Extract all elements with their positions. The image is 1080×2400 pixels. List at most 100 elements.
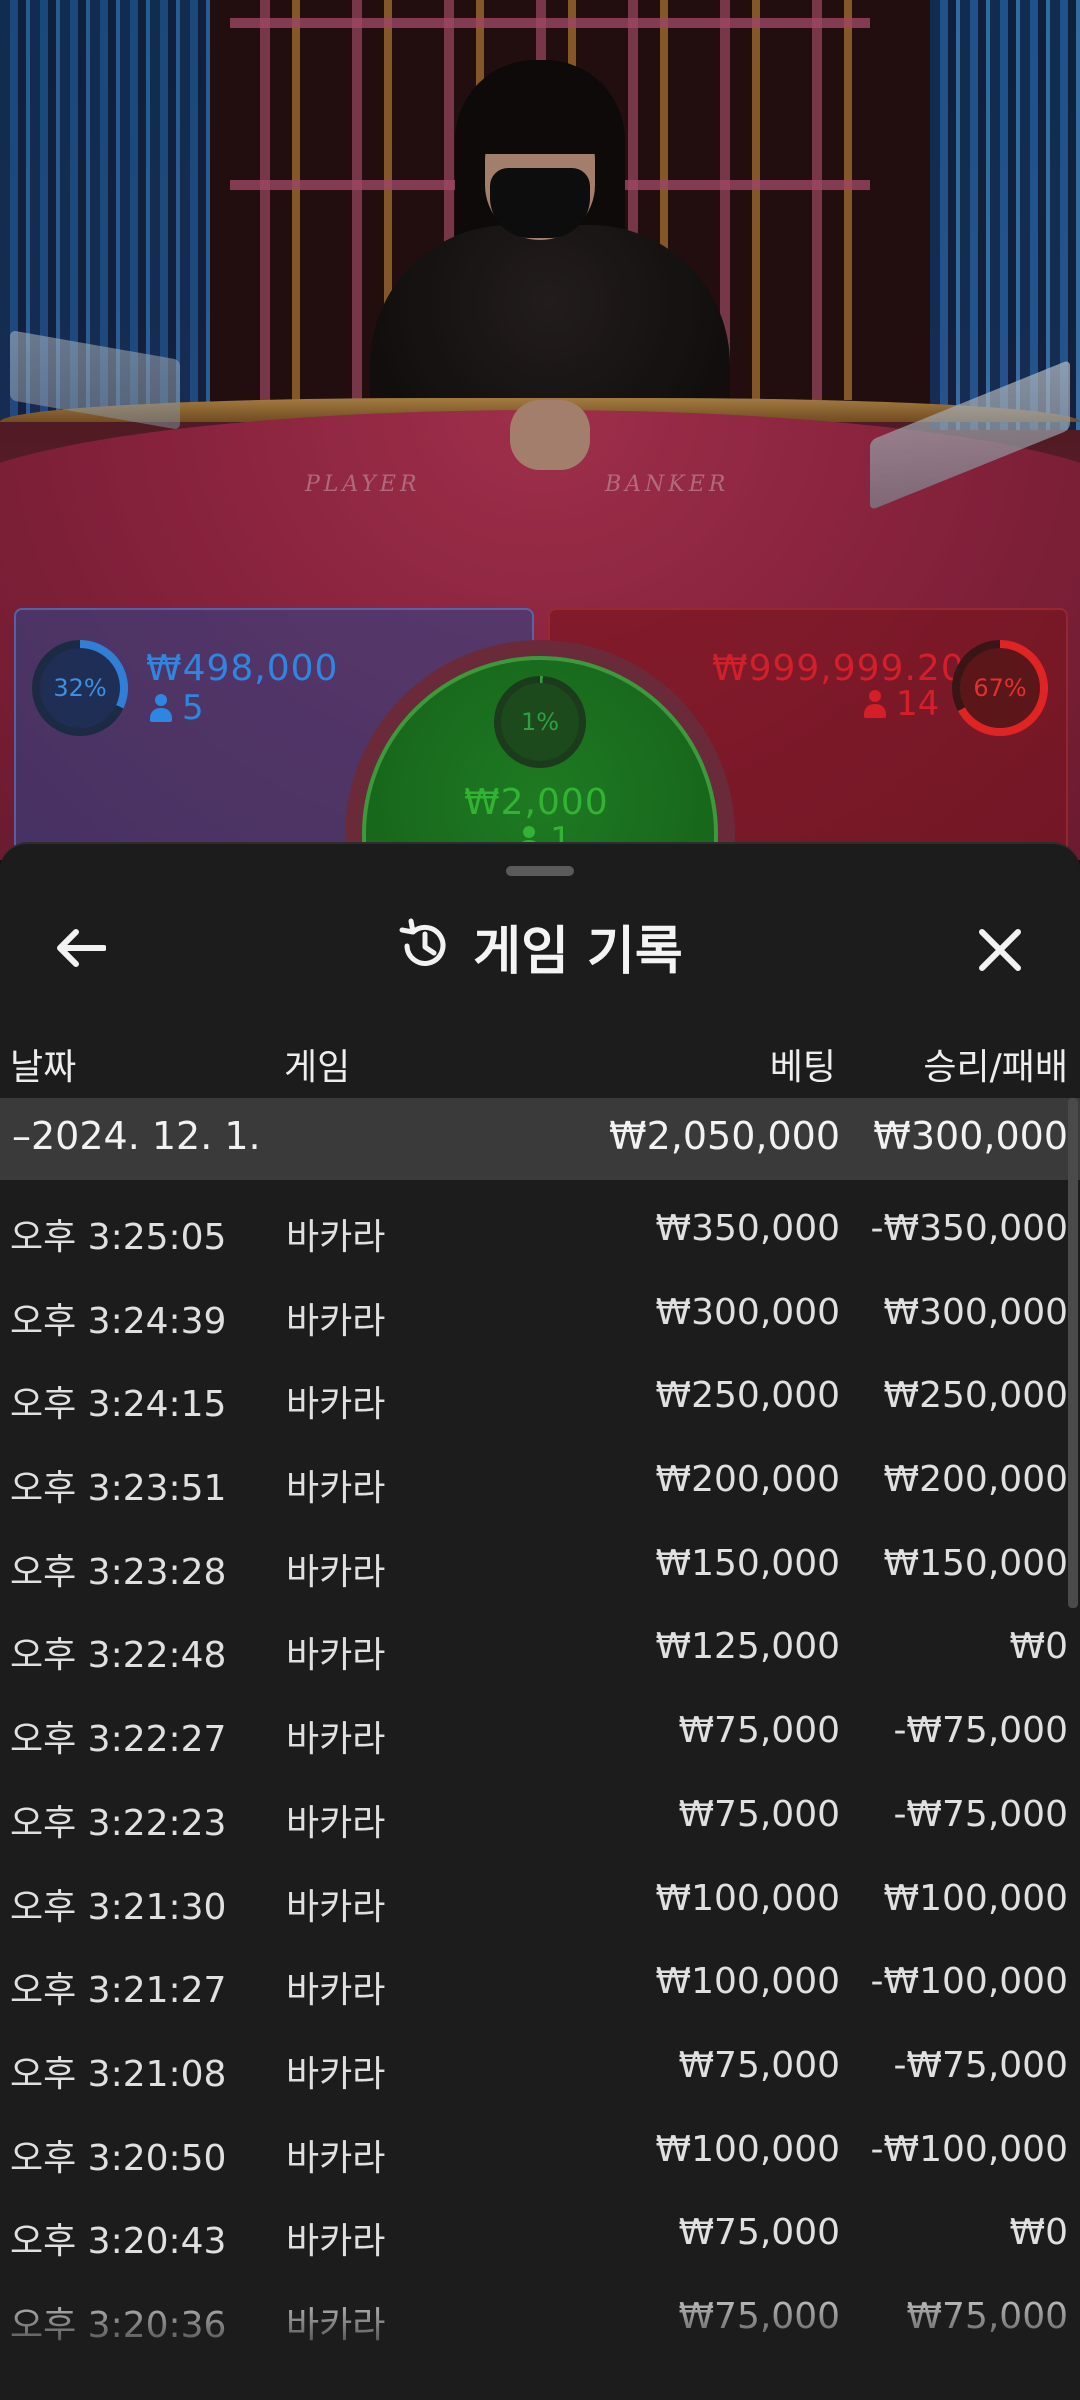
scrollbar[interactable] — [1068, 1098, 1078, 1608]
row-result: ₩0 — [1009, 2212, 1069, 2254]
history-list: 오후 3:25:05 바카라 ₩350,000 -₩350,000 오후 3:24:39… — [0, 1180, 1080, 2352]
history-row[interactable]: 오후 3:22:48 바카라 ₩125,000 ₩0 — [0, 1598, 1080, 1682]
row-time: 오후 3:23:51 — [10, 1468, 227, 1510]
column-header-bet: 베팅 — [769, 1047, 836, 1088]
row-game: 바카라 — [286, 2053, 386, 2095]
row-time: 오후 3:25:05 — [10, 1217, 227, 1258]
banker-percent-ring: 67% — [952, 640, 1048, 736]
row-result: ₩300,000 — [883, 1291, 1068, 1333]
banker-bettor-count: 14 — [864, 684, 939, 724]
row-time: 오후 3:22:27 — [10, 1719, 227, 1761]
tie-bet-amount: ₩2,000 — [464, 782, 609, 823]
row-game: 바카라 — [286, 1970, 386, 2012]
row-game: 바카라 — [286, 1217, 386, 1258]
row-bet: ₩75,000 — [678, 1793, 840, 1835]
row-game: 바카라 — [286, 1551, 386, 1593]
row-game: 바카라 — [286, 1384, 386, 1426]
history-icon — [399, 918, 446, 966]
tie-percent-ring: 1% — [494, 676, 586, 768]
game-history-sheet: 게임 기록 날짜 게임 베팅 승리/패배 –2024. 12. 1. ₩2,05… — [0, 842, 1080, 2400]
row-bet: ₩75,000 — [678, 2212, 840, 2254]
column-header-game: 게임 — [284, 1047, 351, 1088]
row-bet: ₩75,000 — [678, 1710, 840, 1752]
row-time: 오후 3:21:27 — [10, 1970, 227, 2012]
title-group: 게임 기록 — [397, 909, 683, 984]
row-bet: ₩75,000 — [678, 2044, 840, 2086]
column-header-date: 날짜 — [10, 1047, 77, 1088]
row-time: 오후 3:23:28 — [10, 1551, 227, 1593]
row-result: ₩0 — [1009, 1626, 1069, 1668]
sheet-drag-handle[interactable] — [506, 866, 574, 876]
banker-count-value: 14 — [896, 684, 940, 724]
history-row[interactable]: 오후 3:20:36 바카라 ₩75,000 ₩75,000 — [0, 2268, 1080, 2352]
group-date: –2024. 12. 1. — [12, 1114, 261, 1158]
row-time: 오후 3:22:48 — [10, 1635, 227, 1677]
history-row[interactable]: 오후 3:21:08 바카라 ₩75,000 -₩75,000 — [0, 2017, 1080, 2101]
row-bet: ₩100,000 — [655, 1961, 840, 2003]
row-time: 오후 3:21:30 — [10, 1886, 227, 1928]
row-bet: ₩200,000 — [655, 1459, 840, 1501]
row-game: 바카라 — [286, 1719, 386, 1761]
row-time: 오후 3:20:50 — [10, 2137, 227, 2179]
history-row[interactable]: 오후 3:24:15 바카라 ₩250,000 ₩250,000 — [0, 1347, 1080, 1431]
row-result: -₩75,000 — [893, 1710, 1068, 1752]
row-result: -₩100,000 — [870, 1961, 1068, 2003]
row-result: -₩75,000 — [893, 2044, 1068, 2086]
row-time: 오후 3:20:43 — [10, 2221, 227, 2263]
row-game: 바카라 — [286, 2221, 386, 2263]
group-result-total: ₩300,000 — [873, 1114, 1068, 1158]
sheet-title: 게임 기록 — [473, 921, 683, 982]
player-count-value: 5 — [182, 688, 204, 728]
row-time: 오후 3:20:36 — [10, 2304, 227, 2346]
row-game: 바카라 — [286, 1468, 386, 1510]
row-game: 바카라 — [286, 2304, 386, 2346]
row-bet: ₩150,000 — [655, 1542, 840, 1584]
close-icon — [979, 929, 1021, 971]
row-result: ₩150,000 — [883, 1542, 1068, 1584]
row-bet: ₩75,000 — [678, 2295, 840, 2337]
history-row[interactable]: 오후 3:21:27 바카라 ₩100,000 -₩100,000 — [0, 1933, 1080, 2017]
row-game: 바카라 — [286, 1635, 386, 1677]
history-row[interactable]: 오후 3:25:05 바카라 ₩350,000 -₩350,000 — [0, 1180, 1080, 1264]
player-percent: 32% — [40, 648, 120, 728]
close-button[interactable] — [968, 918, 1032, 982]
row-bet: ₩350,000 — [655, 1208, 840, 1249]
player-percent-ring: 32% — [32, 640, 128, 736]
player-bettor-count: 5 — [150, 688, 204, 728]
history-row[interactable]: 오후 3:21:30 바카라 ₩100,000 ₩100,000 — [0, 1850, 1080, 1934]
row-game: 바카라 — [286, 1802, 386, 1844]
banker-bet-amount: ₩999,999.20 — [712, 648, 965, 689]
row-game: 바카라 — [286, 2137, 386, 2179]
row-result: ₩250,000 — [883, 1375, 1068, 1417]
row-bet: ₩100,000 — [655, 1877, 840, 1919]
history-row[interactable]: 오후 3:22:23 바카라 ₩75,000 -₩75,000 — [0, 1766, 1080, 1850]
row-result: -₩75,000 — [893, 1793, 1068, 1835]
date-group-row[interactable]: –2024. 12. 1. ₩2,050,000 ₩300,000 — [0, 1098, 1080, 1180]
history-row[interactable]: 오후 3:23:28 바카라 ₩150,000 ₩150,000 — [0, 1515, 1080, 1599]
history-row[interactable]: 오후 3:20:43 바카라 ₩75,000 ₩0 — [0, 2184, 1080, 2268]
row-result: ₩75,000 — [906, 2295, 1068, 2337]
row-bet: ₩250,000 — [655, 1375, 840, 1417]
history-row[interactable]: 오후 3:23:51 바카라 ₩200,000 ₩200,000 — [0, 1431, 1080, 1515]
table-header: 날짜 게임 베팅 승리/패배 — [0, 1024, 1080, 1094]
banker-percent: 67% — [960, 648, 1040, 728]
row-game: 바카라 — [286, 1886, 386, 1928]
person-icon — [864, 690, 886, 718]
tie-percent: 1% — [501, 683, 579, 761]
history-row[interactable]: 오후 3:20:50 바카라 ₩100,000 -₩100,000 — [0, 2101, 1080, 2185]
row-result: -₩350,000 — [870, 1208, 1068, 1249]
column-header-result: 승리/패배 — [923, 1047, 1068, 1088]
person-icon — [150, 694, 172, 722]
row-time: 오후 3:24:15 — [10, 1384, 227, 1426]
history-row[interactable]: 오후 3:24:39 바카라 ₩300,000 ₩300,000 — [0, 1264, 1080, 1348]
row-result: ₩100,000 — [883, 1877, 1068, 1919]
row-result: ₩200,000 — [883, 1459, 1068, 1501]
row-bet: ₩300,000 — [655, 1291, 840, 1333]
row-time: 오후 3:21:08 — [10, 2053, 227, 2095]
history-row[interactable]: 오후 3:22:27 바카라 ₩75,000 -₩75,000 — [0, 1682, 1080, 1766]
row-game: 바카라 — [286, 1300, 386, 1342]
row-result: -₩100,000 — [870, 2128, 1068, 2170]
row-time: 오후 3:22:23 — [10, 1802, 227, 1844]
sheet-header: 게임 기록 — [0, 896, 1080, 996]
row-time: 오후 3:24:39 — [10, 1300, 227, 1342]
